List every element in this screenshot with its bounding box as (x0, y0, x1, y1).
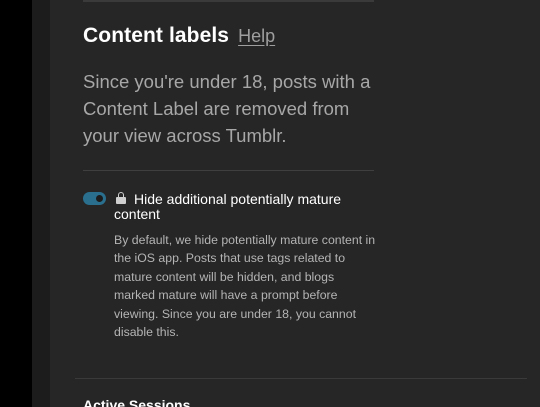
mature-setting-title: Hide additional potentially mature conte… (114, 191, 342, 222)
mature-setting-help-text: By default, we hide potentially mature c… (114, 233, 376, 340)
lock-icon (116, 192, 126, 204)
content-labels-description: Since you're under 18, posts with a Cont… (83, 71, 371, 146)
top-divider (83, 0, 374, 2)
toggle-knob (96, 195, 103, 202)
help-link[interactable]: Help (238, 26, 275, 47)
active-sessions-heading: Active Sessions (83, 397, 191, 407)
left-rail (0, 0, 32, 407)
section-divider-bottom (75, 378, 527, 379)
sidebar-edge (32, 0, 50, 407)
mature-content-toggle[interactable] (83, 192, 106, 205)
section-heading: Content labels (83, 24, 230, 47)
content-labels-header: Content labels Help (83, 24, 275, 48)
section-divider (83, 170, 374, 171)
